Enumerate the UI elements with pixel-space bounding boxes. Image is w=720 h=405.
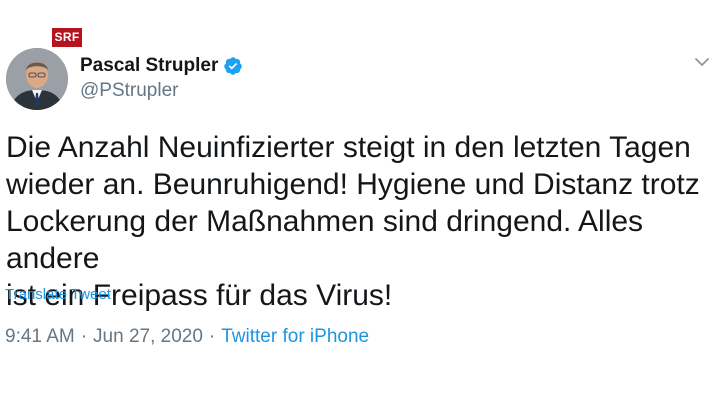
author-handle[interactable]: @PStrupler bbox=[80, 80, 179, 102]
tweet-text-line: ist ein Freipass für das Virus! bbox=[6, 279, 393, 312]
meta-separator: · bbox=[80, 326, 88, 347]
tweet-time[interactable]: 9:41 AM bbox=[5, 326, 75, 348]
avatar-portrait-icon bbox=[6, 48, 68, 110]
srf-logo: SRF bbox=[52, 28, 82, 47]
tweet-text-line: Lockerung der Maßnahmen sind dringend. A… bbox=[6, 205, 644, 275]
tweet-meta: 9:41 AM · Jun 27, 2020 · Twitter for iPh… bbox=[5, 326, 369, 348]
meta-separator: · bbox=[208, 326, 216, 347]
avatar[interactable] bbox=[6, 48, 68, 110]
verified-badge-icon bbox=[223, 56, 243, 76]
tweet-date[interactable]: Jun 27, 2020 bbox=[93, 326, 203, 348]
tweet-text-line: Die Anzahl Neuinfizierter steigt in den … bbox=[6, 131, 691, 164]
chevron-down-icon[interactable] bbox=[694, 55, 710, 69]
author-display-name[interactable]: Pascal Strupler bbox=[80, 55, 218, 77]
tweet-text-line: wieder an. Beunruhigend! Hygiene und Dis… bbox=[6, 168, 700, 201]
translate-tweet-link[interactable]: Translate Tweet bbox=[5, 286, 111, 303]
tweet-source-link[interactable]: Twitter for iPhone bbox=[221, 326, 369, 348]
tweet-text: Die Anzahl Neuinfizierter steigt in den … bbox=[6, 129, 718, 314]
author-name-row: Pascal Strupler bbox=[80, 55, 243, 77]
